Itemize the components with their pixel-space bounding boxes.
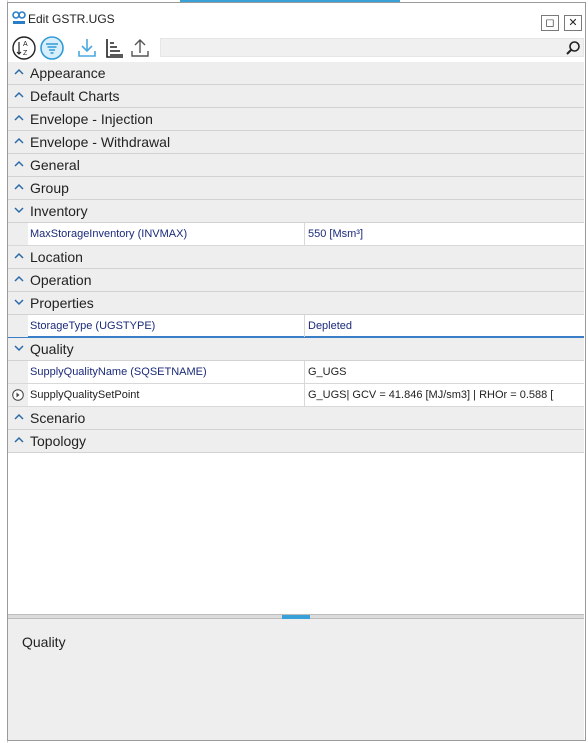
restore-button[interactable]: ◻ bbox=[541, 15, 559, 31]
category-label: Quality bbox=[30, 341, 74, 357]
property-value[interactable]: G_UGS bbox=[308, 361, 582, 383]
category-label: Envelope - Withdrawal bbox=[30, 134, 171, 150]
category-label: Topology bbox=[30, 433, 87, 449]
sort-alphabetical-icon[interactable]: A Z bbox=[12, 36, 36, 60]
property-row[interactable]: SupplyQualityName (SQSETNAME) G_UGS bbox=[8, 361, 584, 384]
row-gutter bbox=[8, 384, 28, 406]
property-row[interactable]: SupplyQualitySetPoint G_UGS| GCV = 41.84… bbox=[8, 384, 584, 407]
property-grid: Appearance Default Charts Envelope - Inj… bbox=[8, 62, 584, 453]
search-icon[interactable] bbox=[565, 40, 581, 56]
chevron-up-icon bbox=[14, 91, 24, 98]
chevron-up-icon bbox=[14, 252, 24, 259]
category-label: Location bbox=[30, 249, 83, 265]
close-button[interactable]: ✕ bbox=[564, 15, 582, 31]
chevron-up-icon bbox=[14, 160, 24, 167]
property-name: SupplyQualityName (SQSETNAME) bbox=[30, 361, 305, 383]
import-icon[interactable] bbox=[75, 36, 99, 60]
row-gutter bbox=[8, 361, 28, 383]
property-value[interactable]: G_UGS| GCV = 41.846 [MJ/sm3] | RHOr = 0.… bbox=[308, 384, 582, 406]
category-operation[interactable]: Operation bbox=[8, 269, 584, 292]
chevron-up-icon bbox=[14, 68, 24, 75]
search-input[interactable] bbox=[160, 38, 584, 57]
chevron-down-icon bbox=[14, 299, 24, 306]
category-label: Inventory bbox=[30, 203, 88, 219]
chevron-down-icon bbox=[14, 207, 24, 214]
category-label: Scenario bbox=[30, 410, 86, 426]
edit-dialog: Edit GSTR.UGS ◻ ✕ A Z Appearance Default… bbox=[7, 2, 586, 741]
chevron-up-icon bbox=[14, 413, 24, 420]
category-label: Properties bbox=[30, 295, 94, 311]
category-location[interactable]: Location bbox=[8, 246, 584, 269]
category-label: Operation bbox=[30, 272, 92, 288]
chevron-down-icon bbox=[14, 345, 24, 352]
description-title: Quality bbox=[22, 634, 66, 650]
category-label: Default Charts bbox=[30, 88, 120, 104]
category-label: General bbox=[30, 157, 80, 173]
category-scenario[interactable]: Scenario bbox=[8, 407, 584, 430]
row-gutter bbox=[8, 315, 28, 337]
app-logo-icon bbox=[12, 11, 26, 24]
property-name: SupplyQualitySetPoint bbox=[30, 384, 305, 406]
category-appearance[interactable]: Appearance bbox=[8, 62, 584, 85]
property-row[interactable]: StorageType (UGSTYPE) Depleted bbox=[8, 315, 584, 338]
description-panel: Quality bbox=[8, 619, 584, 740]
chevron-up-icon bbox=[14, 137, 24, 144]
export-icon[interactable] bbox=[128, 36, 152, 60]
property-name: MaxStorageInventory (INVMAX) bbox=[30, 223, 305, 245]
svg-text:A: A bbox=[23, 41, 28, 48]
row-gutter bbox=[8, 223, 28, 245]
property-row[interactable]: MaxStorageInventory (INVMAX) 550 [Msm³] bbox=[8, 223, 584, 246]
title-bar[interactable]: Edit GSTR.UGS ◻ ✕ bbox=[8, 3, 585, 35]
svg-text:Z: Z bbox=[23, 50, 28, 57]
property-name: StorageType (UGSTYPE) bbox=[30, 315, 305, 337]
category-properties[interactable]: Properties bbox=[8, 292, 584, 315]
sort-order-icon[interactable] bbox=[102, 36, 126, 60]
category-label: Appearance bbox=[30, 65, 106, 81]
category-quality[interactable]: Quality bbox=[8, 338, 584, 361]
chevron-up-icon bbox=[14, 183, 24, 190]
category-inventory[interactable]: Inventory bbox=[8, 200, 584, 223]
category-label: Envelope - Injection bbox=[30, 111, 153, 127]
expand-arrow-icon[interactable] bbox=[12, 389, 24, 401]
chevron-up-icon bbox=[14, 114, 24, 121]
category-envelope-withdrawal[interactable]: Envelope - Withdrawal bbox=[8, 131, 584, 154]
category-group[interactable]: Group bbox=[8, 177, 584, 200]
window-title: Edit GSTR.UGS bbox=[28, 12, 115, 26]
category-general[interactable]: General bbox=[8, 154, 584, 177]
category-topology[interactable]: Topology bbox=[8, 430, 584, 453]
property-value[interactable]: Depleted bbox=[308, 315, 582, 337]
chevron-up-icon bbox=[14, 436, 24, 443]
category-label: Group bbox=[30, 180, 69, 196]
category-envelope-injection[interactable]: Envelope - Injection bbox=[8, 108, 584, 131]
chevron-up-icon bbox=[14, 275, 24, 282]
categorized-icon[interactable] bbox=[40, 36, 64, 60]
property-value[interactable]: 550 [Msm³] bbox=[308, 223, 582, 245]
category-default-charts[interactable]: Default Charts bbox=[8, 85, 584, 108]
